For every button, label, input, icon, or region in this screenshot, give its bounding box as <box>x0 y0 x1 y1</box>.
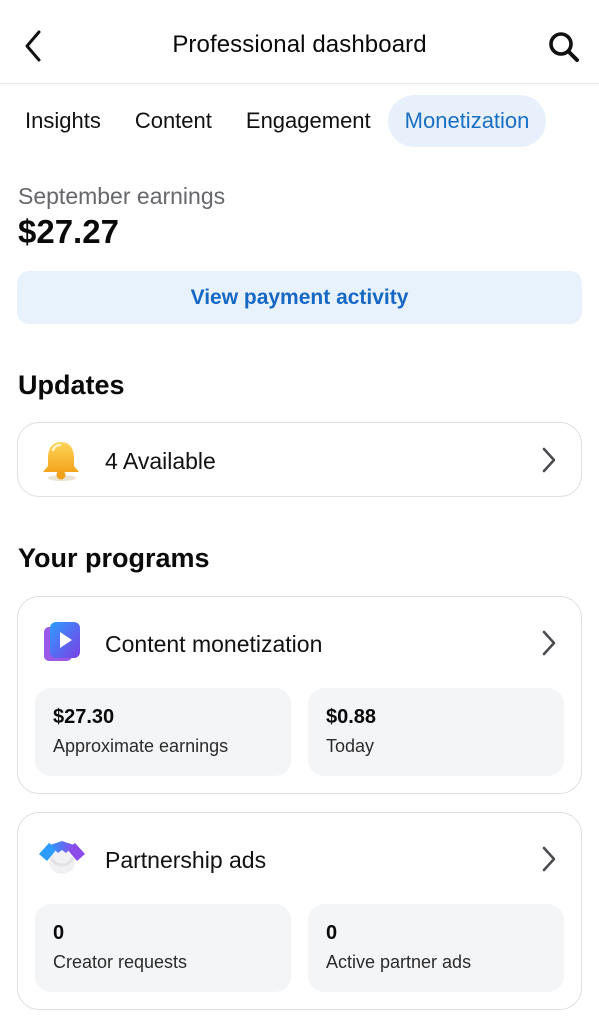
stat-label: Today <box>326 736 375 756</box>
active-partner-ads-stat[interactable]: 0 Active partner ads <box>308 904 564 992</box>
creator-requests-stat[interactable]: 0 Creator requests <box>35 904 291 992</box>
search-button[interactable] <box>547 30 581 64</box>
updates-heading: Updates <box>18 370 125 400</box>
top-bar: Professional dashboard <box>0 0 599 84</box>
chevron-right-icon <box>542 630 556 656</box>
partnership-ads-row[interactable] <box>18 813 581 901</box>
partnership-ads-label: Partnership ads <box>105 847 267 873</box>
stat-label: Active partner ads <box>326 952 472 972</box>
chevron-right-icon <box>542 447 556 473</box>
bell-icon <box>43 442 79 481</box>
earnings-label: September earnings <box>18 183 226 209</box>
tab-engagement[interactable]: Engagement <box>229 95 388 147</box>
updates-count-label: 4 Available <box>105 448 216 474</box>
chevron-right-icon <box>542 846 556 872</box>
page-title: Professional dashboard <box>172 31 427 58</box>
stat-value: 0 <box>53 922 65 944</box>
stat-value: 0 <box>326 922 338 944</box>
programs-heading: Your programs <box>18 543 210 573</box>
video-play-icon <box>44 622 80 661</box>
approximate-earnings-stat[interactable]: $27.30 Approximate earnings <box>35 688 291 776</box>
tab-content[interactable]: Content <box>118 95 229 147</box>
content-monetization-label: Content monetization <box>105 631 323 657</box>
view-payment-activity-button[interactable]: View payment activity <box>17 271 582 324</box>
today-earnings-stat[interactable]: $0.88 Today <box>308 688 564 776</box>
search-icon <box>549 32 579 62</box>
tab-monetization[interactable]: Monetization <box>387 95 547 147</box>
stat-value: $27.30 <box>53 706 115 728</box>
earnings-value: $27.27 <box>18 213 119 250</box>
handshake-icon <box>39 841 85 874</box>
stat-value: $0.88 <box>326 706 377 728</box>
stat-label: Approximate earnings <box>53 736 229 756</box>
content-monetization-card: Content monetization $27.30 Approximate … <box>17 596 582 794</box>
tab-insights[interactable]: Insights <box>8 95 118 147</box>
updates-card[interactable]: 4 Available <box>17 422 582 497</box>
stat-label: Creator requests <box>53 952 188 972</box>
partnership-ads-card: Partnership ads 0 Creator requests 0 Act… <box>17 812 582 1010</box>
tab-bar: Insights Content Engagement Monetization <box>8 95 547 147</box>
